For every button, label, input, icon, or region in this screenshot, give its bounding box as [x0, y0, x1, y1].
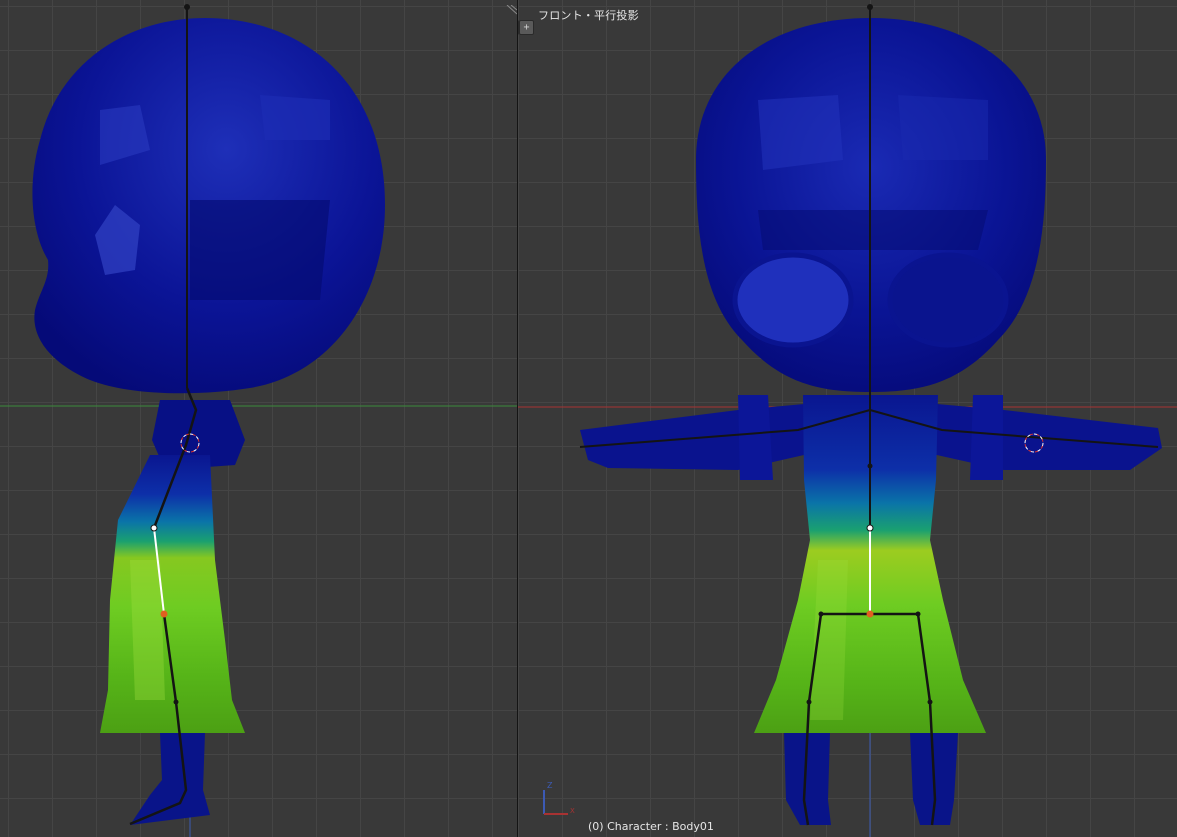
- region-toggle-button[interactable]: +: [519, 20, 534, 35]
- head-facet: [260, 95, 330, 140]
- axis-z-label: Z: [547, 781, 553, 790]
- bone-joint[interactable]: [927, 699, 933, 705]
- leg-mesh: [130, 733, 210, 825]
- head-shadow: [190, 200, 330, 300]
- bone-joint[interactable]: [867, 4, 873, 10]
- left-eye-mesh: [732, 252, 854, 348]
- front-view-scene: [518, 4, 1177, 837]
- object-info-label: (0) Character : Body01: [588, 820, 714, 833]
- side-viewport[interactable]: [0, 0, 517, 837]
- area-split-handle[interactable]: [505, 0, 517, 15]
- head-facet: [898, 95, 988, 160]
- bone-joint[interactable]: [184, 4, 190, 10]
- bone-joint[interactable]: [866, 524, 874, 532]
- axis-x-label: X: [570, 807, 575, 815]
- view-name-label: フロント・平行投影: [538, 9, 639, 22]
- front-viewport[interactable]: フロント・平行投影 + + Z X (0) Character : Body01: [518, 0, 1177, 837]
- bone-joint[interactable]: [150, 524, 158, 532]
- bone-joint[interactable]: [806, 699, 812, 705]
- bone-joint[interactable]: [867, 463, 873, 469]
- bone-joint[interactable]: [915, 611, 921, 617]
- body-mesh: [100, 455, 245, 733]
- right-sleeve-mesh: [970, 395, 1003, 480]
- bone-joint-selected[interactable]: [866, 610, 874, 618]
- bone-joint-selected[interactable]: [160, 610, 168, 618]
- side-view-scene: [0, 4, 517, 837]
- left-sleeve-mesh: [738, 395, 773, 480]
- right-eye-mesh: [887, 252, 1009, 348]
- face-shadow: [758, 210, 988, 250]
- bone-joint[interactable]: [818, 611, 824, 617]
- bone-joint[interactable]: [173, 699, 179, 705]
- axis-gizmo-icon: Z X: [543, 781, 575, 815]
- head-facet: [758, 95, 843, 170]
- split-corner-icon: [506, 4, 517, 15]
